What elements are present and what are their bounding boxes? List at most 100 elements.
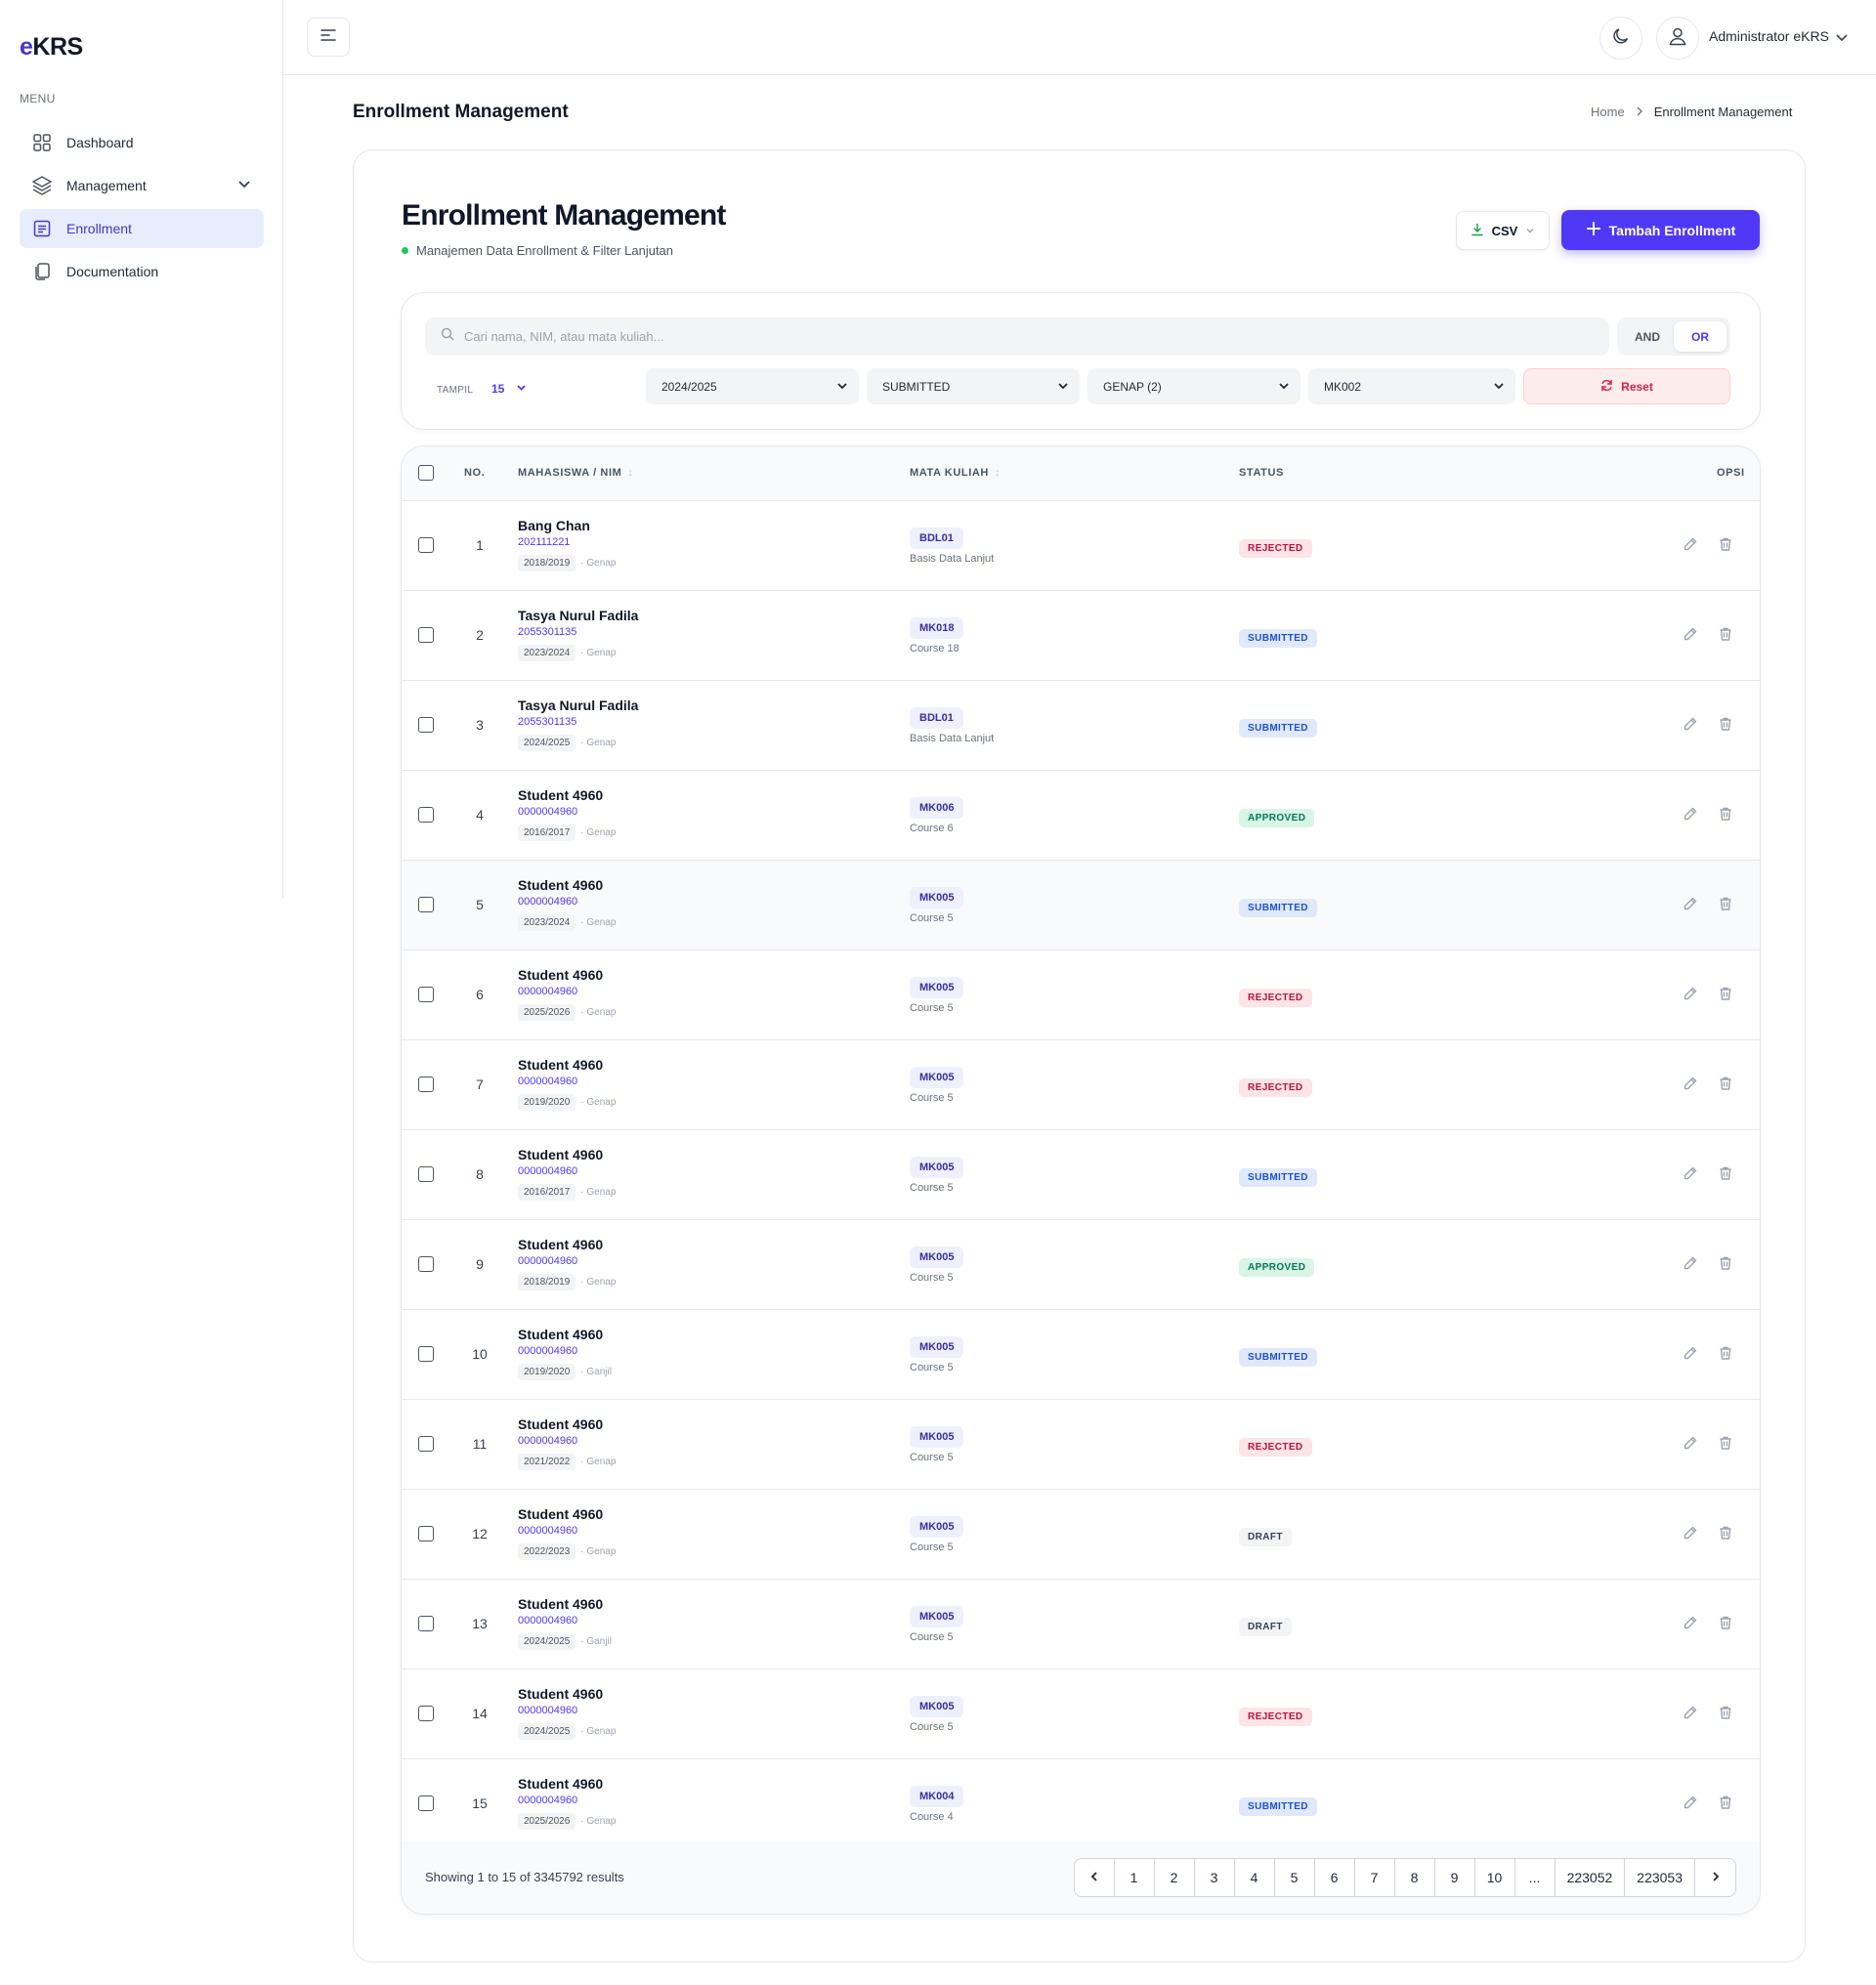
reset-button[interactable]: Reset [1523,368,1730,404]
table-row[interactable]: 12 Student 4960 0000004960 2022/2023 · Genap… [402,1490,1760,1580]
trash-icon[interactable] [1718,536,1733,557]
page-button[interactable]: 223052 [1556,1859,1626,1896]
trash-icon[interactable] [1718,1165,1733,1186]
column-header-course[interactable]: MATA KULIAH ↕ [910,467,1001,479]
edit-icon[interactable] [1683,1615,1698,1635]
row-checkbox[interactable] [418,627,434,643]
trash-icon[interactable] [1718,896,1733,916]
table-row[interactable]: 13 Student 4960 0000004960 2024/2025 · Ganji… [402,1580,1760,1669]
add-enrollment-button[interactable]: Tambah Enrollment [1561,210,1760,250]
status-select[interactable]: SUBMITTED [867,368,1080,404]
trash-icon[interactable] [1718,1705,1733,1725]
student-nim[interactable]: 0000004960 [518,1615,577,1626]
page-button[interactable]: 9 [1435,1859,1475,1896]
user-avatar[interactable] [1656,17,1699,60]
student-nim[interactable]: 0000004960 [518,1165,577,1177]
edit-icon[interactable] [1683,1525,1698,1545]
student-nim[interactable]: 0000004960 [518,1345,577,1357]
page-button[interactable]: 1 [1115,1859,1155,1896]
trash-icon[interactable] [1718,1076,1733,1096]
edit-icon[interactable] [1683,1255,1698,1276]
edit-icon[interactable] [1683,1076,1698,1096]
edit-icon[interactable] [1683,1165,1698,1186]
edit-icon[interactable] [1683,536,1698,557]
edit-icon[interactable] [1683,716,1698,737]
edit-icon[interactable] [1683,1345,1698,1366]
trash-icon[interactable] [1718,1525,1733,1545]
trash-icon[interactable] [1718,1795,1733,1815]
user-name[interactable]: Administrator eKRS [1709,28,1829,44]
trash-icon[interactable] [1718,806,1733,826]
sidebar-item-enrollment[interactable]: Enrollment [20,209,264,248]
table-row[interactable]: 2 Tasya Nurul Fadila 2055301135 2023/2024 · … [402,591,1760,681]
trash-icon[interactable] [1718,986,1733,1006]
csv-export-button[interactable]: CSV [1456,211,1550,250]
trash-icon[interactable] [1718,1435,1733,1456]
row-checkbox[interactable] [418,1077,434,1092]
edit-icon[interactable] [1683,986,1698,1006]
menu-toggle-button[interactable] [307,18,350,57]
table-row[interactable]: 8 Student 4960 0000004960 2016/2017 · Genap M… [402,1130,1760,1220]
row-checkbox[interactable] [418,717,434,733]
trash-icon[interactable] [1718,1255,1733,1276]
search-input[interactable] [464,329,1539,344]
page-button[interactable]: 7 [1355,1859,1395,1896]
table-row[interactable]: 5 Student 4960 0000004960 2023/2024 · Genap M… [402,861,1760,950]
trash-icon[interactable] [1718,1345,1733,1366]
breadcrumb-home[interactable]: Home [1591,105,1625,119]
trash-icon[interactable] [1718,1615,1733,1635]
student-nim[interactable]: 2055301135 [518,716,576,728]
and-toggle-button[interactable]: AND [1621,321,1674,352]
row-checkbox[interactable] [418,1166,434,1182]
row-checkbox[interactable] [418,807,434,823]
student-nim[interactable]: 0000004960 [518,1705,577,1716]
table-row[interactable]: 14 Student 4960 0000004960 2024/2025 · Genap… [402,1669,1760,1759]
student-nim[interactable]: 0000004960 [518,986,577,997]
page-button[interactable]: 3 [1195,1859,1235,1896]
student-nim[interactable]: 0000004960 [518,806,577,818]
table-row[interactable]: 3 Tasya Nurul Fadila 2055301135 2024/2025 · … [402,681,1760,771]
table-row[interactable]: 10 Student 4960 0000004960 2019/2020 · Ganji… [402,1310,1760,1400]
page-button[interactable]: 6 [1315,1859,1355,1896]
page-button[interactable]: 8 [1395,1859,1435,1896]
sidebar-item-dashboard[interactable]: Dashboard [20,123,264,162]
page-ellipsis[interactable]: ... [1515,1859,1556,1896]
page-size-select[interactable]: 15 [482,375,536,402]
prev-page-button[interactable] [1075,1859,1115,1896]
row-checkbox[interactable] [418,1616,434,1631]
theme-toggle-button[interactable] [1599,17,1642,60]
or-toggle-button[interactable]: OR [1674,321,1727,352]
row-checkbox[interactable] [418,537,434,553]
row-checkbox[interactable] [418,1526,434,1542]
row-checkbox[interactable] [418,1706,434,1721]
table-row[interactable]: 15 Student 4960 0000004960 2025/2026 · Genap… [402,1759,1760,1849]
table-row[interactable]: 11 Student 4960 0000004960 2021/2022 · Genap… [402,1400,1760,1490]
table-row[interactable]: 9 Student 4960 0000004960 2018/2019 · Genap M… [402,1220,1760,1310]
row-checkbox[interactable] [418,1795,434,1811]
student-nim[interactable]: 0000004960 [518,1435,577,1447]
student-nim[interactable]: 0000004960 [518,1076,577,1087]
row-checkbox[interactable] [418,987,434,1002]
trash-icon[interactable] [1718,716,1733,737]
row-checkbox[interactable] [418,897,434,912]
edit-icon[interactable] [1683,1705,1698,1725]
row-checkbox[interactable] [418,1436,434,1452]
page-button[interactable]: 223053 [1625,1859,1695,1896]
table-row[interactable]: 1 Bang Chan 202111221 2018/2019 · Genap BDL01… [402,501,1760,591]
course-select[interactable]: MK002 [1308,368,1515,404]
chevron-down-icon[interactable] [1834,29,1850,50]
row-checkbox[interactable] [418,1346,434,1362]
table-row[interactable]: 4 Student 4960 0000004960 2016/2017 · Genap M… [402,771,1760,861]
table-row[interactable]: 6 Student 4960 0000004960 2025/2026 · Genap M… [402,950,1760,1040]
table-row[interactable]: 7 Student 4960 0000004960 2019/2020 · Genap M… [402,1040,1760,1130]
page-button[interactable]: 2 [1155,1859,1195,1896]
student-nim[interactable]: 202111221 [518,536,570,548]
search-box[interactable] [425,317,1609,356]
student-nim[interactable]: 0000004960 [518,896,577,908]
student-nim[interactable]: 0000004960 [518,1525,577,1537]
edit-icon[interactable] [1683,626,1698,647]
sidebar-item-documentation[interactable]: Documentation [20,252,264,291]
page-button[interactable]: 5 [1275,1859,1315,1896]
edit-icon[interactable] [1683,806,1698,826]
select-all-checkbox[interactable] [418,465,434,481]
